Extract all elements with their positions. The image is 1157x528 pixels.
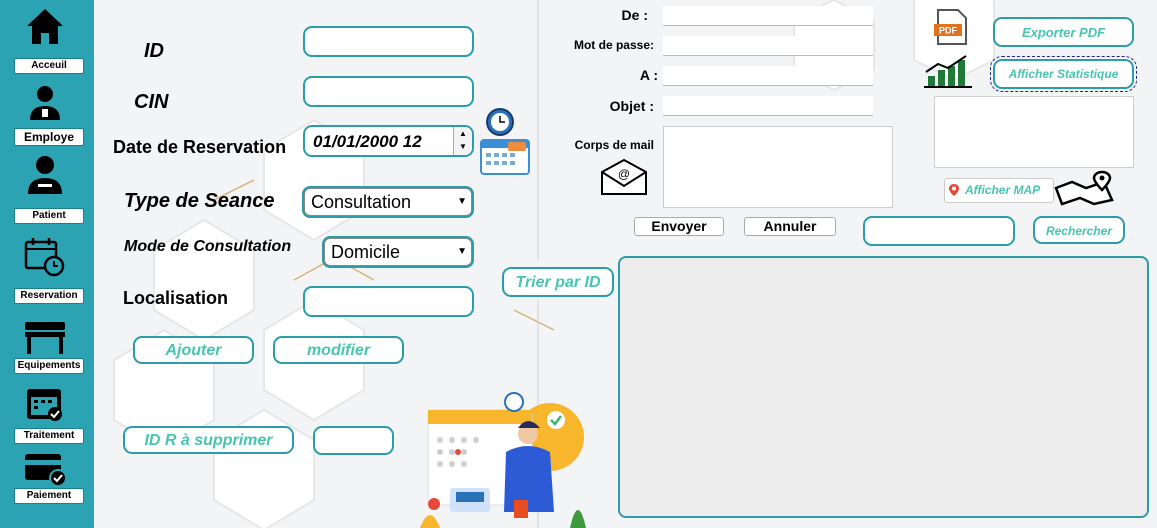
cin-label: CIN bbox=[134, 91, 169, 113]
pdf-icon-text: PDF bbox=[939, 26, 958, 36]
consultation-mode-select[interactable]: Domicile ▼ bbox=[324, 238, 472, 266]
sidebar-item-reservation[interactable]: Reservation bbox=[14, 288, 84, 304]
to-label: A : bbox=[639, 67, 658, 83]
id-label: ID bbox=[144, 40, 164, 62]
consultation-mode-label: Mode de Consultation bbox=[124, 238, 292, 255]
seance-type-label: Type de Seance bbox=[124, 190, 275, 212]
consultation-mode-value: Domicile bbox=[331, 242, 401, 262]
sort-by-id-button[interactable]: Trier par ID bbox=[502, 267, 614, 297]
bed-icon[interactable] bbox=[22, 316, 68, 358]
sidebar-item-paiement[interactable]: Paiement bbox=[14, 488, 84, 504]
localisation-input[interactable] bbox=[303, 286, 474, 317]
password-label: Mot de passe: bbox=[573, 38, 654, 52]
to-input[interactable] bbox=[663, 66, 873, 86]
svg-text:@: @ bbox=[618, 167, 630, 181]
subject-label: Objet : bbox=[609, 98, 654, 114]
cancel-button[interactable]: Annuler bbox=[744, 217, 836, 236]
sidebar-item-acceuil[interactable]: Acceuil bbox=[14, 58, 84, 74]
export-pdf-button[interactable]: Exporter PDF bbox=[993, 17, 1134, 47]
send-button[interactable]: Envoyer bbox=[634, 217, 724, 236]
credit-card-icon[interactable] bbox=[22, 448, 68, 490]
calendar-clock-icon[interactable] bbox=[22, 236, 68, 278]
subject-input[interactable] bbox=[663, 96, 873, 116]
modify-button[interactable]: modifier bbox=[273, 336, 404, 364]
sidebar-item-traitement[interactable]: Traitement bbox=[14, 428, 84, 444]
sidebar-item-employe[interactable]: Employe bbox=[14, 128, 84, 146]
search-button[interactable]: Rechercher bbox=[1033, 216, 1125, 244]
scheduling-illustration bbox=[420, 392, 586, 528]
from-label: De : bbox=[621, 7, 648, 23]
map-icon bbox=[1054, 170, 1114, 206]
cin-input[interactable] bbox=[303, 76, 474, 107]
date-label: Date de Reservation bbox=[113, 137, 287, 157]
add-button[interactable]: Ajouter bbox=[133, 336, 254, 364]
search-input[interactable] bbox=[863, 216, 1015, 246]
from-input[interactable] bbox=[663, 6, 873, 26]
id-input[interactable] bbox=[303, 26, 474, 57]
delete-by-id-button[interactable]: ID R à supprimer bbox=[123, 426, 294, 454]
pdf-icon: PDF bbox=[934, 9, 967, 45]
chevron-down-icon[interactable]: ▼ bbox=[457, 189, 467, 215]
localisation-label: Localisation bbox=[123, 288, 229, 308]
map-pin-icon bbox=[949, 184, 959, 196]
delete-id-input[interactable] bbox=[313, 426, 394, 455]
statistics-icon bbox=[924, 55, 972, 88]
date-spinner[interactable]: ▲ ▼ bbox=[453, 127, 472, 155]
sidebar-item-patient[interactable]: Patient bbox=[14, 208, 84, 224]
chevron-down-icon[interactable]: ▼ bbox=[457, 239, 467, 265]
date-picker[interactable]: 01/01/2000 12 ▲ ▼ bbox=[303, 125, 474, 157]
password-input[interactable] bbox=[663, 36, 873, 56]
sidebar: Acceuil Employe Patient Reservation Equi… bbox=[0, 0, 94, 528]
show-map-label: Afficher MAP bbox=[965, 183, 1041, 197]
seance-type-value: Consultation bbox=[311, 192, 412, 212]
statistics-panel bbox=[934, 96, 1134, 168]
email-icon: @ bbox=[601, 158, 647, 195]
results-table[interactable] bbox=[618, 256, 1149, 518]
show-statistics-button[interactable]: Afficher Statistique bbox=[990, 56, 1137, 92]
mail-body-input[interactable] bbox=[663, 126, 893, 208]
home-icon[interactable] bbox=[22, 6, 68, 48]
calendar-check-icon[interactable] bbox=[22, 384, 68, 426]
date-value: 01/01/2000 12 bbox=[313, 132, 422, 151]
patient-icon[interactable] bbox=[22, 154, 68, 196]
seance-type-select[interactable]: Consultation ▼ bbox=[304, 188, 472, 216]
sidebar-item-equipements[interactable]: Equipements bbox=[14, 358, 84, 374]
employee-icon[interactable] bbox=[22, 82, 68, 124]
calendar-clock-icon bbox=[480, 108, 530, 175]
show-map-button[interactable]: Afficher MAP bbox=[944, 178, 1054, 203]
mail-body-label: Corps de mail bbox=[574, 138, 654, 152]
